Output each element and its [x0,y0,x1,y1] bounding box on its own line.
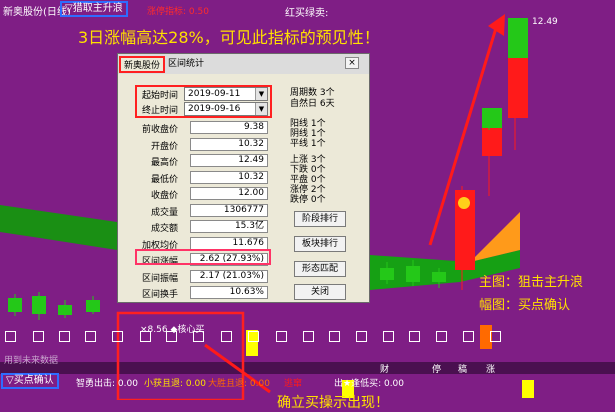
signal-box [436,331,447,342]
subchart-legend-item: 逃窜 [284,379,303,389]
chevron-down-icon[interactable]: ▼ [255,103,267,115]
candle-body [432,272,446,282]
headline-annotation: 3日涨幅高达28%，可见此指标的预见性！ [78,28,380,47]
stat-field-label: 开盘价 [150,141,178,152]
stat-field-value: 15.3亿 [190,220,268,233]
close-icon[interactable]: × [345,57,359,69]
start-time-label: 起始时间 [141,91,178,101]
natural-days-count: 自然日 6天 [290,99,335,109]
candle-body [482,108,502,128]
stat-field-value: 10.63% [190,286,268,299]
signal-box [276,331,287,342]
signal-box [112,331,123,342]
stat-field-label: 成交量 [150,207,178,218]
signal-box [221,331,232,342]
stat-field-value: 12.49 [190,154,268,167]
limit-up-indicator: 涨停指标: 0.50 [147,7,209,17]
green-ribbon [0,205,117,250]
candle-body [8,298,22,312]
smiley-icon [458,197,470,209]
bottom-caption: 确立买操示出现！ [277,395,389,411]
chart-header: 新奥股份(日线) ▽猎取主升浪 涨停指标: 0.50 红买绿卖: [0,0,615,19]
stat-field-value: 2.17 (21.03%) [190,269,268,283]
stat-field-label: 最低价 [150,174,178,185]
future-data-warning: 用到未来数据 [4,356,59,366]
end-date-value: 2019-09-16 [188,104,241,114]
stat-field-value: 12.00 [190,187,268,200]
tab-interval-stats[interactable]: 区间统计 [168,56,204,73]
indicator-selector[interactable]: ▽猎取主升浪 [60,1,128,17]
stat-label: 平线 [290,139,309,149]
signal-box [59,331,70,342]
dialog-titlebar: 新奥股份 区间统计 × [118,54,369,74]
signal-box [85,331,96,342]
stat-field-label: 收盘价 [150,191,178,201]
stat-label: 跌停 [290,195,309,205]
chevron-down-icon[interactable]: ▼ [255,88,267,100]
red-buy-green-sell-label: 红买绿卖: [285,8,329,19]
price-high-tag: 12.49 [532,17,558,27]
candle-body [32,296,46,314]
start-date-picker[interactable]: 2019-09-11 ▼ [184,87,268,101]
stat-field-label: 成交额 [150,224,178,234]
sub-chart-annotation: 幅图：买点确认 [479,298,571,313]
close-button[interactable]: 关闭 [294,284,346,300]
subchart-legend-item: 智勇出击: 0.00 [76,379,138,389]
signal-box [329,331,340,342]
signal-box [463,331,474,342]
stat-field-label: 区间换手 [141,290,178,300]
stat-field-value: 10.32 [190,137,268,151]
subchart-legend-item: 小获且退: 0.00 [144,379,206,389]
stat-field-label: 区间振幅 [141,273,178,284]
signal-box [140,331,151,342]
stat-field-label: 前收盘价 [141,125,178,135]
candle-body [380,268,394,280]
subchart-legend-item: 出★逢低买: 0.00 [334,379,405,389]
tab-stock-name[interactable]: 新奥股份 [119,56,165,73]
stat-value: 1个 [310,139,326,149]
signal-box [33,331,44,342]
main-chart-annotation: 主图：狙击主升浪 [479,275,584,290]
signal-box [5,331,16,342]
candle-count-stat: 平线 1个 [290,136,326,149]
stat-field-value: 1306777 [190,203,268,217]
subchart-legend-item: 大胜且退: 0.00 [208,379,270,389]
buy-confirm-indicator[interactable]: ▽买点确认 [1,373,59,389]
interval-gain-highlight [135,249,271,265]
candle-body [86,300,100,312]
start-date-value: 2019-09-11 [188,89,241,99]
signal-box [303,331,314,342]
signal-box [248,331,259,342]
stage-rank-button[interactable]: 阶段排行 [294,211,346,227]
end-date-picker[interactable]: 2019-09-16 ▼ [184,102,268,116]
candle-body [508,18,528,60]
stat-field-value: 9.38 [190,121,268,134]
candle-body [58,305,72,315]
candle-body [508,58,528,118]
end-time-label: 终止时间 [141,106,178,116]
stat-field-value: 10.32 [190,170,268,184]
signal-box [409,331,420,342]
signal-box [490,331,501,342]
signal-box [193,331,204,342]
interval-stats-dialog: 新奥股份 区间统计 × 起始时间 2019-09-11 ▼ 终止时间 2019-… [117,53,370,303]
price-move-stat: 跌停 0个 [290,192,326,205]
signal-box [166,331,177,342]
signal-box [356,331,367,342]
sector-rank-button[interactable]: 板块排行 [294,236,346,252]
stat-value: 0个 [310,195,326,205]
stat-field-label: 最高价 [150,158,178,168]
pattern-match-button[interactable]: 形态匹配 [294,261,346,277]
signal-box [383,331,394,342]
candle-body [406,266,420,282]
stat-field-value: 11.676 [190,236,268,250]
